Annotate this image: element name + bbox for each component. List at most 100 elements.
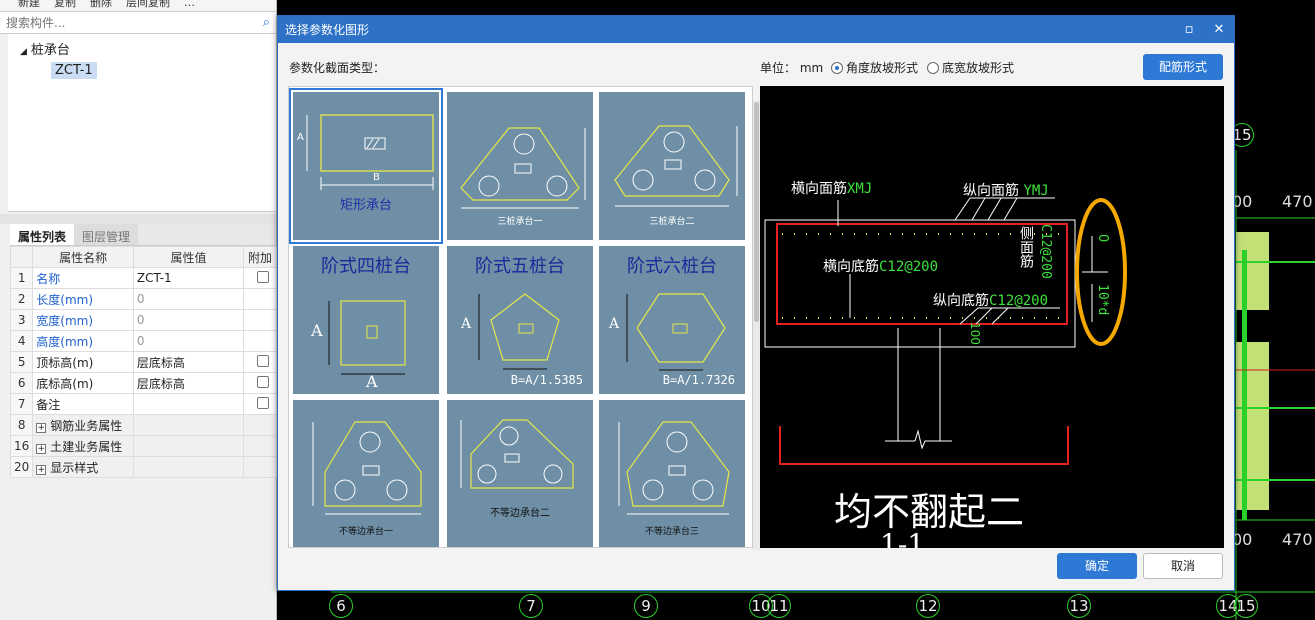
tile-formula: B=A/1.5385 <box>510 373 583 387</box>
gallery-scrollbar[interactable] <box>753 100 760 550</box>
table-row: 4 高度(mm) 0 <box>9 330 277 352</box>
prop-name: 底标高(m) <box>32 372 134 394</box>
table-row: 20 + 显示样式 <box>9 456 277 478</box>
shape-tile-stepped-five-pile[interactable]: 阶式五桩台 A B=A/1.5385 <box>447 246 593 394</box>
col-header-name: 属性名称 <box>32 246 134 268</box>
prop-group[interactable]: + 土建业务属性 <box>32 435 134 457</box>
label-side-rebar: 侧面筋 <box>1018 226 1034 268</box>
prop-name: 备注 <box>32 393 134 415</box>
cancel-button[interactable]: 取消 <box>1143 553 1223 579</box>
expand-icon[interactable]: + <box>36 443 47 454</box>
tile-caption: 不等边承台三 <box>644 527 699 537</box>
more-button[interactable]: … <box>184 0 195 11</box>
hexagon-cap-diagram <box>626 293 726 371</box>
prop-value[interactable]: ZCT-1 <box>132 267 245 289</box>
property-table: 属性名称 属性值 附加 1 名称 ZCT-1 2 长度(mm) 0 3 宽度(m… <box>9 246 277 478</box>
prop-value[interactable]: 0 <box>132 330 245 352</box>
checkbox[interactable] <box>257 375 270 388</box>
prop-value[interactable]: 0 <box>132 309 245 331</box>
axis-bubble: 13 <box>1067 594 1091 618</box>
section-label: 参数化截面类型： <box>289 61 386 75</box>
table-row: 6 底标高(m) 层底标高 <box>9 372 277 394</box>
prop-value[interactable] <box>132 393 245 415</box>
shape-tile-unequal-1[interactable]: 不等边承台一 <box>293 400 439 547</box>
tile-formula: B=A/1.7326 <box>662 373 735 387</box>
shape-tile-three-pile-2[interactable]: 三桩承台二 <box>599 92 745 240</box>
table-row: 5 顶标高(m) 层底标高 <box>9 351 277 373</box>
copy-button[interactable]: 复制 <box>54 0 76 11</box>
axis-bubble: 9 <box>634 594 658 618</box>
maximize-icon[interactable]: ▫ <box>1174 22 1204 37</box>
search-input[interactable] <box>6 15 263 30</box>
table-row: 16 + 土建业务属性 <box>9 435 277 457</box>
shape-tile-unequal-2[interactable]: 不等边承台二 <box>447 400 593 547</box>
dim-label: 00 <box>1232 192 1253 211</box>
panel-splitter[interactable] <box>0 214 276 224</box>
prop-group[interactable]: + 钢筋业务属性 <box>32 414 134 436</box>
search-bar: ⌕ <box>0 12 276 34</box>
label-longitudinal-top: 纵向面筋 YMJ <box>963 183 1049 199</box>
floor-copy-button[interactable]: 层间复制 <box>126 0 170 11</box>
search-icon[interactable]: ⌕ <box>263 15 270 30</box>
tile-caption: 三桩承台一 <box>497 217 543 227</box>
rebar-section-drawing <box>764 197 1127 465</box>
prop-group[interactable]: + 显示样式 <box>32 456 134 478</box>
col-header-value: 属性值 <box>132 246 245 268</box>
ok-button[interactable]: 确定 <box>1057 553 1137 579</box>
label-cover: 100 <box>968 322 982 345</box>
rebar-form-button[interactable]: 配筋形式 <box>1143 54 1223 80</box>
tile-caption: 不等边承台二 <box>490 508 550 519</box>
close-icon[interactable]: ✕ <box>1204 22 1234 37</box>
tile-caption: 不等边承台一 <box>338 527 393 537</box>
tree-item-zct-1[interactable]: ZCT-1 <box>51 62 97 79</box>
label-section-name: 1-1 <box>880 528 926 548</box>
radio-unchecked-icon[interactable] <box>927 62 939 74</box>
prop-name: 宽度(mm) <box>32 309 134 331</box>
unit-label: 单位： mm <box>760 61 824 75</box>
shape-tile-rectangular[interactable]: A B 矩形承台 <box>289 88 443 244</box>
tab-layer-manager[interactable]: 图层管理 <box>74 224 139 245</box>
new-button[interactable]: 新建 <box>18 0 40 11</box>
prop-name: 高度(mm) <box>32 330 134 352</box>
delete-button[interactable]: 删除 <box>90 0 112 11</box>
radio-checked-icon[interactable] <box>831 62 843 74</box>
prop-value[interactable]: 层底标高 <box>132 351 245 373</box>
table-row: 3 宽度(mm) 0 <box>9 309 277 331</box>
section-preview: 横向面筋XMJ 纵向面筋 YMJ 横向底筋C12@200 纵向底筋C12@200… <box>760 86 1224 548</box>
radio-width-slope[interactable]: 底宽放坡形式 <box>923 59 1014 76</box>
checkbox[interactable] <box>257 354 270 367</box>
component-toolbar: 新建 复制 删除 层间复制 … <box>0 0 276 12</box>
table-row: 2 长度(mm) 0 <box>9 288 277 310</box>
rectangle-cap-diagram <box>306 114 434 190</box>
scroll-thumb[interactable] <box>754 102 759 322</box>
label-transverse-bottom: 横向底筋C12@200 <box>823 259 939 275</box>
radio-angle-slope[interactable]: 角度放坡形式 <box>827 59 918 76</box>
checkbox[interactable] <box>257 396 270 409</box>
tile-caption: 矩形承台 <box>339 198 392 213</box>
shape-tile-unequal-3[interactable]: 不等边承台三 <box>599 400 745 547</box>
dim-label: 470 <box>1282 530 1313 549</box>
checkbox[interactable] <box>257 270 270 283</box>
collapse-icon[interactable]: ◢ <box>20 47 27 57</box>
axis-bubble: 7 <box>519 594 543 618</box>
expand-icon[interactable]: + <box>36 464 47 475</box>
tree-group[interactable]: ◢ 桩承台 <box>20 39 70 58</box>
shape-tile-three-pile-1[interactable]: 三桩承台一 <box>447 92 593 240</box>
tile-caption: 三桩承台二 <box>649 217 695 227</box>
label-anchor-length: 10*d <box>1095 284 1110 316</box>
dialog-titlebar[interactable]: 选择参数化图形 ▫ ✕ <box>278 16 1234 43</box>
property-tabs: 属性列表 图层管理 <box>10 224 276 246</box>
prop-value[interactable]: 层底标高 <box>132 372 245 394</box>
col-header-extra: 附加 <box>243 246 277 268</box>
prop-name: 顶标高(m) <box>32 351 134 373</box>
prop-name: 名称 <box>32 267 134 289</box>
shape-tile-stepped-six-pile[interactable]: 阶式六桩台 A B=A/1.7326 <box>599 246 745 394</box>
axis-bubble: 12 <box>916 594 940 618</box>
dim-label: 00 <box>1232 530 1253 549</box>
axis-bubble: 11 <box>767 594 791 618</box>
tab-property-list[interactable]: 属性列表 <box>10 224 75 245</box>
table-row: 7 备注 <box>9 393 277 415</box>
expand-icon[interactable]: + <box>36 422 47 433</box>
shape-tile-stepped-four-pile[interactable]: 阶式四桩台 A A <box>293 246 439 394</box>
prop-value[interactable]: 0 <box>132 288 245 310</box>
